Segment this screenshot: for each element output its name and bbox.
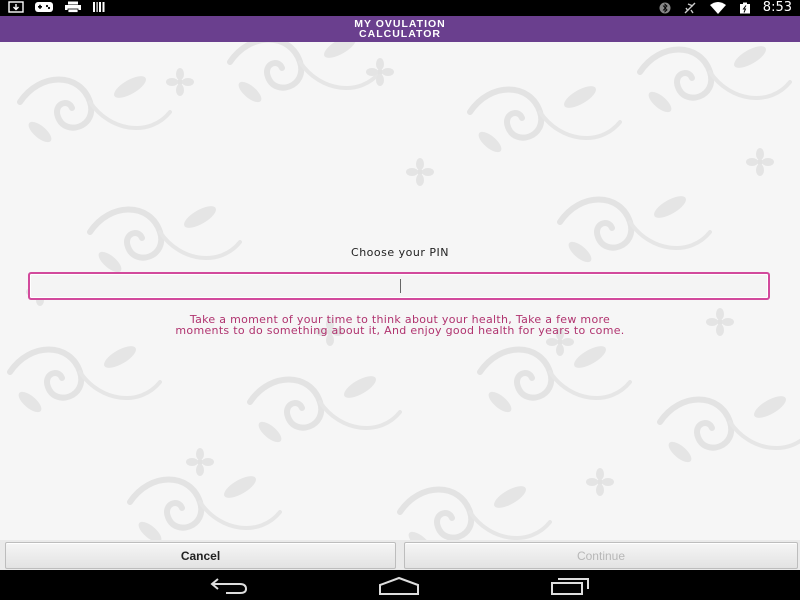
status-time: 8:53 — [762, 0, 792, 15]
pin-input[interactable] — [28, 272, 770, 300]
battery-icon — [739, 2, 750, 14]
download-icon — [8, 1, 24, 13]
barcode-icon — [93, 2, 105, 12]
app-header: MY OVULATION CALCULATOR — [0, 16, 800, 42]
button-bar: Cancel Continue — [0, 540, 800, 570]
status-bar: 8:53 — [0, 0, 800, 16]
back-icon[interactable] — [206, 576, 252, 596]
recents-icon[interactable] — [548, 576, 594, 596]
status-left-icons — [8, 1, 106, 13]
wifi-icon — [709, 2, 726, 14]
pin-label: Choose your PIN — [351, 246, 449, 259]
printer-icon — [65, 1, 81, 13]
gamepad-icon — [35, 2, 53, 12]
continue-button[interactable]: Continue — [404, 542, 798, 569]
cancel-button[interactable]: Cancel — [5, 542, 396, 569]
navigation-bar — [0, 570, 800, 600]
airplane-icon — [684, 2, 696, 14]
main-content: Choose your PIN Take a moment of your ti… — [0, 42, 800, 540]
status-right-icons: 8:53 — [659, 0, 792, 16]
page-title: MY OVULATION CALCULATOR — [354, 18, 446, 40]
text-cursor — [400, 279, 401, 293]
bluetooth-icon — [659, 2, 671, 14]
home-icon[interactable] — [376, 576, 422, 596]
health-quote: Take a moment of your time to think abou… — [175, 313, 625, 337]
